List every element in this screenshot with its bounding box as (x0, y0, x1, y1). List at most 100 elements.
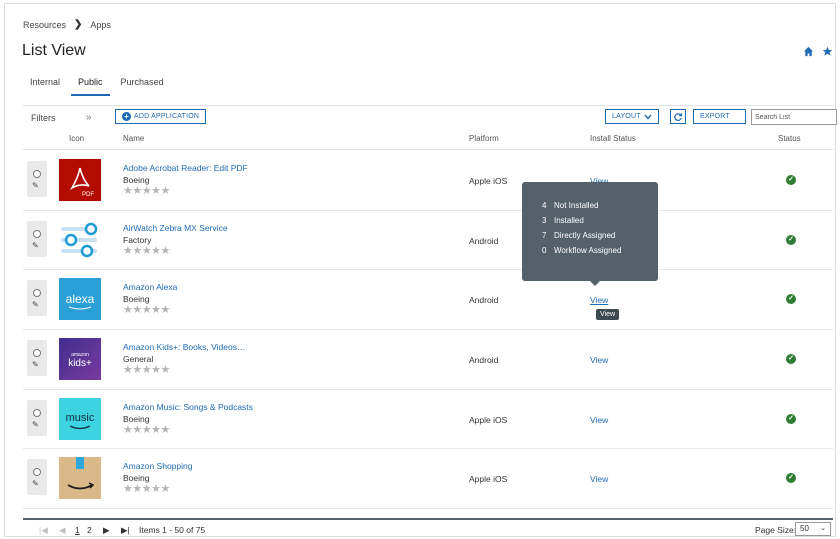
rating-stars: ★★★★★ (123, 364, 170, 377)
check-circle-icon: ✓ (786, 234, 796, 245)
install-status-view-link[interactable]: View (590, 415, 608, 425)
row-actions: ✎ (27, 161, 47, 197)
svg-text:alexa: alexa (66, 292, 95, 306)
table-row: ✎ music Amazon Music: Songs & Podcasts B… (23, 390, 833, 450)
table-row: ✎ Amazon Shopping Boeing ★★★★★ Apple iOS… (23, 449, 833, 510)
tab-purchased[interactable]: Purchased (114, 72, 171, 96)
app-name-link[interactable]: Amazon Shopping (123, 461, 192, 471)
breadcrumb: Resources ❯ Apps (23, 19, 111, 30)
app-name-link[interactable]: AirWatch Zebra MX Service (123, 223, 228, 233)
expand-filters-icon[interactable]: » (86, 112, 92, 123)
column-icon: Icon (69, 134, 85, 143)
svg-text:kids+: kids+ (68, 358, 92, 369)
check-circle-icon: ✓ (786, 294, 796, 305)
rating-stars: ★★★★★ (123, 185, 170, 197)
list-toolbar: Filters » + ADD APPLICATION LAYOUT EXPOR… (23, 105, 837, 127)
tab-bar: Internal Public Purchased (23, 72, 171, 96)
edit-icon[interactable]: ✎ (32, 479, 39, 488)
app-name-link[interactable]: Amazon Alexa (123, 282, 177, 292)
app-platform: Android (469, 235, 499, 246)
app-name-link[interactable]: Adobe Acrobat Reader: Edit PDF (123, 163, 248, 173)
amazon-alexa-icon: alexa (59, 278, 101, 321)
export-button[interactable]: EXPORT (693, 109, 746, 124)
filters-label[interactable]: Filters (31, 113, 56, 123)
amazon-shopping-icon (59, 457, 101, 500)
row-actions: ✎ (27, 399, 47, 436)
add-application-button[interactable]: + ADD APPLICATION (115, 109, 207, 124)
row-actions: ✎ (27, 280, 47, 317)
row-select-radio[interactable] (33, 468, 41, 477)
last-page-icon[interactable]: ▶| (121, 525, 130, 536)
column-status[interactable]: Status (778, 134, 801, 143)
app-name-link[interactable]: Amazon Music: Songs & Podcasts (123, 402, 253, 412)
next-page-icon[interactable]: ▶ (103, 525, 110, 536)
chevron-right-icon: ❯ (74, 19, 83, 30)
refresh-button[interactable] (670, 109, 686, 124)
install-status-view-link[interactable]: View (590, 295, 608, 305)
header-actions (803, 46, 833, 59)
popover-not-installed: 4 Not Installed (542, 201, 599, 210)
view-tooltip: View (596, 309, 620, 320)
check-circle-icon: ✓ (786, 354, 796, 365)
column-name[interactable]: Name (123, 134, 144, 143)
popover-installed: 3 Installed (542, 216, 584, 225)
svg-text:music: music (66, 412, 95, 424)
app-name-link[interactable]: Amazon Kids+: Books, Videos… (123, 342, 245, 352)
page-link-1[interactable]: 1 (75, 525, 80, 535)
column-install-status[interactable]: Install Status (590, 134, 636, 143)
svg-text:PDF: PDF (82, 192, 94, 198)
app-platform: Android (469, 295, 499, 306)
app-window: Resources ❯ Apps List View Internal Publ… (4, 3, 837, 538)
check-circle-icon: ✓ (786, 175, 796, 185)
chevron-down-icon (644, 114, 652, 120)
edit-icon[interactable]: ✎ (32, 360, 39, 369)
rating-stars: ★★★★★ (123, 244, 170, 257)
row-select-radio[interactable] (33, 289, 41, 298)
install-status-view-link[interactable]: View (590, 355, 608, 365)
amazon-kids-icon: amazon kids+ (59, 338, 101, 381)
table-row: ✎ PDF Adobe Acrobat Reader: Edit PDF Boe… (23, 151, 833, 211)
page-size-select[interactable]: 50 ⌄ (795, 522, 831, 536)
row-actions: ✎ (27, 220, 47, 257)
page-size-label: Page Size: (755, 525, 797, 535)
layout-button[interactable]: LAYOUT (605, 109, 659, 124)
install-status-view-link[interactable]: View (590, 474, 608, 484)
tab-internal[interactable]: Internal (23, 72, 67, 96)
search-input[interactable] (751, 109, 837, 125)
column-platform[interactable]: Platform (469, 134, 499, 143)
page-link-2[interactable]: 2 (87, 525, 92, 535)
rating-stars: ★★★★★ (123, 304, 170, 317)
first-page-icon[interactable]: |◀ (39, 525, 48, 536)
airwatch-zebra-icon (59, 218, 101, 261)
row-select-radio[interactable] (33, 229, 41, 238)
edit-icon[interactable]: ✎ (32, 241, 39, 250)
export-label: EXPORT (700, 113, 730, 120)
star-icon[interactable] (822, 46, 833, 59)
items-range: Items 1 - 50 of 75 (139, 525, 206, 535)
layout-label: LAYOUT (612, 113, 641, 120)
install-status-popover: 4 Not Installed 3 Installed 7 Directly Assi… (522, 182, 658, 286)
edit-icon[interactable]: ✎ (32, 300, 39, 309)
table-row: ✎ alexa Amazon Alexa Boeing ★★★★★ Androi… (23, 270, 833, 331)
add-application-label: ADD APPLICATION (134, 113, 200, 120)
chevron-down-icon: ⌄ (820, 525, 826, 532)
table-header: Icon Name Platform Install Status Status (23, 132, 833, 150)
table-row: ✎ AirWatch Zebra MX Service Factory ★★★★… (23, 211, 833, 271)
row-select-radio[interactable] (33, 349, 41, 358)
edit-icon[interactable]: ✎ (32, 420, 39, 429)
row-select-radio[interactable] (33, 408, 41, 417)
popover-directly-assigned: 7 Directly Assigned (542, 231, 616, 240)
app-platform: Apple iOS (469, 474, 508, 485)
home-icon[interactable] (803, 46, 814, 59)
edit-icon[interactable]: ✎ (32, 181, 39, 190)
row-actions: ✎ (27, 340, 47, 377)
tab-public[interactable]: Public (71, 72, 110, 96)
pagination-bar: |◀ ◀ 1 2 ▶ ▶| Items 1 - 50 of 75 Page Si… (23, 518, 833, 538)
rating-stars: ★★★★★ (123, 483, 170, 496)
previous-page-icon[interactable]: ◀ (59, 525, 66, 536)
row-select-radio[interactable] (33, 170, 41, 178)
breadcrumb-apps[interactable]: Apps (90, 20, 111, 30)
popover-workflow-assigned: 0 Workflow Assigned (542, 246, 622, 255)
breadcrumb-resources[interactable]: Resources (23, 20, 66, 30)
table-row: ✎ amazon kids+ Amazon Kids+: Books, Vide… (23, 330, 833, 390)
